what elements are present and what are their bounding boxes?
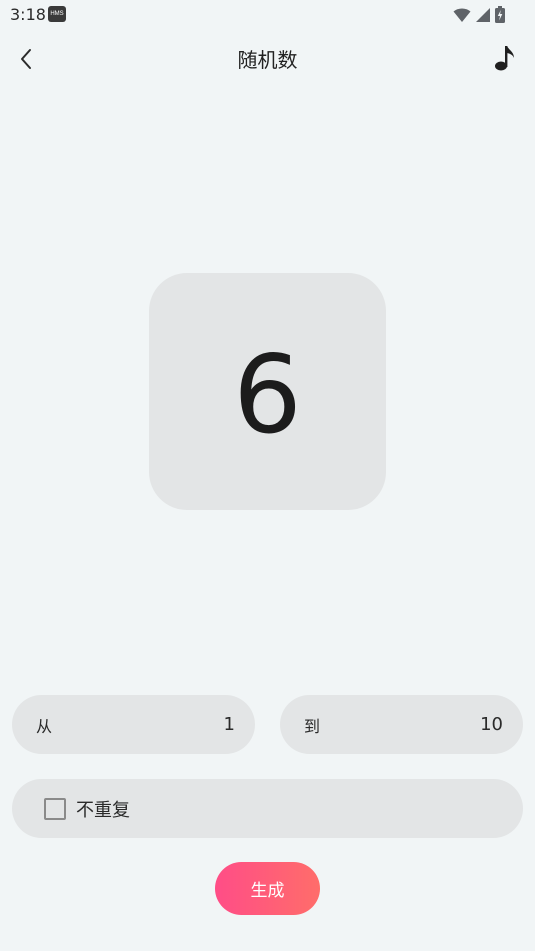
battery-charging-icon <box>495 6 505 23</box>
generate-button[interactable]: 生成 <box>215 862 320 915</box>
status-time: 3:18 <box>10 5 46 24</box>
range-to-label: 到 <box>304 716 321 736</box>
music-note-icon <box>495 46 514 71</box>
result-card: 6 <box>149 273 386 510</box>
range-to-input[interactable] <box>383 714 503 735</box>
status-icons <box>453 6 505 23</box>
range-from-input[interactable] <box>115 714 235 735</box>
range-to-field[interactable]: 到 <box>280 695 523 754</box>
no-repeat-option[interactable]: 不重复 <box>12 779 523 838</box>
range-from-label: 从 <box>36 716 53 736</box>
wifi-icon <box>453 8 471 22</box>
cell-signal-icon <box>476 7 490 22</box>
no-repeat-label: 不重复 <box>76 799 130 821</box>
page-title: 随机数 <box>237 48 298 72</box>
music-button[interactable] <box>489 42 521 74</box>
result-value: 6 <box>233 332 302 458</box>
status-bar: 3:18 HMS <box>0 0 535 30</box>
app-bar: 随机数 <box>0 30 535 86</box>
range-from-field[interactable]: 从 <box>12 695 255 754</box>
hms-badge-icon: HMS <box>48 6 66 22</box>
no-repeat-checkbox[interactable] <box>44 797 66 820</box>
